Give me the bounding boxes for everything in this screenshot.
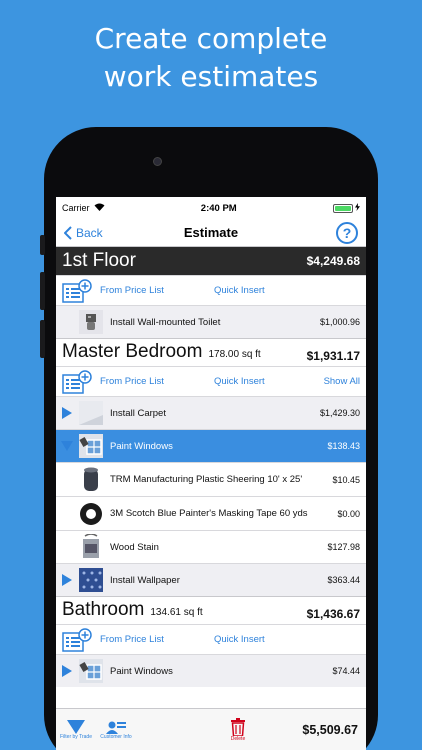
paint-window-thumbnail-icon xyxy=(78,433,104,459)
promo-headline: Create complete work estimates xyxy=(0,20,422,96)
customer-label: Customer Info xyxy=(100,733,132,740)
add-list-icon[interactable] xyxy=(62,369,92,394)
chevron-left-icon xyxy=(64,225,72,240)
item-name: Install Carpet xyxy=(110,407,166,419)
item-name: Wood Stain xyxy=(110,541,159,553)
phone-volume-down xyxy=(40,320,45,358)
delete-label: Delete xyxy=(230,735,246,742)
item-price: $10.45 xyxy=(332,474,360,485)
section-header-bathroom[interactable]: Bathroom 134.61 sq ft $1,436.67 xyxy=(56,596,366,624)
carpet-thumbnail-icon xyxy=(78,400,104,426)
section-name: Master Bedroom xyxy=(62,341,203,362)
section-sqft: 134.61 sq ft xyxy=(150,607,203,618)
item-name: Paint Windows xyxy=(110,440,173,452)
list-item[interactable]: Install Wallpaper $363.44 xyxy=(56,563,366,596)
quick-insert-link[interactable]: Quick Insert xyxy=(214,285,360,296)
status-time: 2:40 PM xyxy=(200,202,237,214)
item-price: $1,429.30 xyxy=(319,408,360,418)
delete-button[interactable]: Delete xyxy=(218,717,258,742)
promo-line-2: work estimates xyxy=(103,60,319,93)
customer-info-button[interactable]: Customer Info xyxy=(96,720,136,740)
item-price: $1,000.96 xyxy=(319,317,360,327)
paint-window-thumbnail-icon xyxy=(78,658,104,684)
phone-mute-switch xyxy=(40,235,45,255)
section-toolbar-master-bedroom: From Price List Quick Insert Show All xyxy=(56,366,366,396)
from-price-list-link[interactable]: From Price List xyxy=(100,376,214,387)
list-item-selected[interactable]: Paint Windows $138.43 xyxy=(56,429,366,462)
toilet-thumbnail-icon xyxy=(78,309,104,335)
item-price: $363.44 xyxy=(327,575,360,585)
show-all-link[interactable]: Show All xyxy=(324,376,360,387)
item-name: 3M Scotch Blue Painter's Masking Tape 60… xyxy=(110,508,308,519)
wood-stain-can-thumbnail-icon xyxy=(78,534,104,560)
item-price: $127.98 xyxy=(327,542,360,552)
item-price: $74.44 xyxy=(332,666,360,676)
phone-volume-up xyxy=(40,272,45,310)
section-header-master-bedroom[interactable]: Master Bedroom 178.00 sq ft $1,931.17 xyxy=(56,338,366,366)
promo-line-1: Create complete xyxy=(94,22,328,55)
grand-total: $5,509.67 xyxy=(302,722,358,737)
from-price-list-link[interactable]: From Price List xyxy=(100,634,214,645)
section-header-1st-floor[interactable]: 1st Floor $4,249.68 xyxy=(56,247,366,275)
plastic-sheeting-thumbnail-icon xyxy=(78,467,104,493)
list-item[interactable]: Install Wall-mounted Toilet $1,000.96 xyxy=(56,305,366,338)
from-price-list-link[interactable]: From Price List xyxy=(100,285,214,296)
bottom-toolbar: Filter by Trade Customer Info Delete $5,… xyxy=(56,708,366,750)
app-screen: Carrier 2:40 PM Back Estimate ? 1st Floo… xyxy=(56,197,366,750)
wallpaper-thumbnail-icon xyxy=(78,567,104,593)
section-toolbar-bathroom: From Price List Quick Insert xyxy=(56,624,366,654)
item-name: Install Wall-mounted Toilet xyxy=(110,316,221,328)
item-name: Install Wallpaper xyxy=(110,574,180,586)
add-list-icon[interactable] xyxy=(62,278,92,303)
help-button[interactable]: ? xyxy=(336,221,358,244)
expand-triangle-icon[interactable] xyxy=(56,407,78,419)
quick-insert-link[interactable]: Quick Insert xyxy=(214,376,324,387)
help-icon: ? xyxy=(342,224,352,241)
section-toolbar-1st-floor: From Price List Quick Insert xyxy=(56,275,366,305)
navigation-bar: Back Estimate ? xyxy=(56,219,366,247)
front-camera xyxy=(153,157,162,166)
list-item[interactable]: 3M Scotch Blue Painter's Masking Tape 60… xyxy=(56,496,366,530)
item-price: $138.43 xyxy=(327,441,360,451)
quick-insert-link[interactable]: Quick Insert xyxy=(214,634,360,645)
masking-tape-thumbnail-icon xyxy=(78,501,104,527)
item-name: Paint Windows xyxy=(110,665,173,677)
list-item[interactable]: Install Carpet $1,429.30 xyxy=(56,396,366,429)
list-item[interactable]: Paint Windows $74.44 xyxy=(56,654,366,687)
list-item[interactable]: Wood Stain $127.98 xyxy=(56,530,366,563)
section-sqft: 178.00 sq ft xyxy=(208,349,261,360)
battery-icon xyxy=(332,203,353,213)
add-list-icon[interactable] xyxy=(62,627,92,652)
section-name: 1st Floor xyxy=(62,250,136,271)
list-item[interactable]: TRM Manufacturing Plastic Sheering 10' x… xyxy=(56,462,366,496)
expand-triangle-icon[interactable] xyxy=(56,574,78,586)
collapse-triangle-icon[interactable] xyxy=(56,441,78,451)
filter-label: Filter by Trade xyxy=(60,733,92,740)
section-total: $1,436.67 xyxy=(306,607,360,621)
item-price: $0.00 xyxy=(337,508,360,519)
expand-triangle-icon[interactable] xyxy=(56,665,78,677)
item-name: TRM Manufacturing Plastic Sheering 10' x… xyxy=(110,474,303,485)
customer-card-icon xyxy=(106,721,126,734)
carrier-label: Carrier xyxy=(62,203,90,213)
back-button[interactable]: Back xyxy=(64,226,103,240)
status-bar: Carrier 2:40 PM xyxy=(56,197,366,219)
charging-icon xyxy=(354,203,360,213)
section-total: $1,931.17 xyxy=(306,349,360,363)
filter-by-trade-button[interactable]: Filter by Trade xyxy=(56,719,96,740)
filter-triangle-icon xyxy=(67,719,85,734)
wifi-icon xyxy=(94,203,105,213)
section-total: $4,249.68 xyxy=(306,254,360,268)
trash-icon xyxy=(231,717,245,736)
back-label: Back xyxy=(76,225,103,240)
section-name: Bathroom xyxy=(62,599,145,620)
